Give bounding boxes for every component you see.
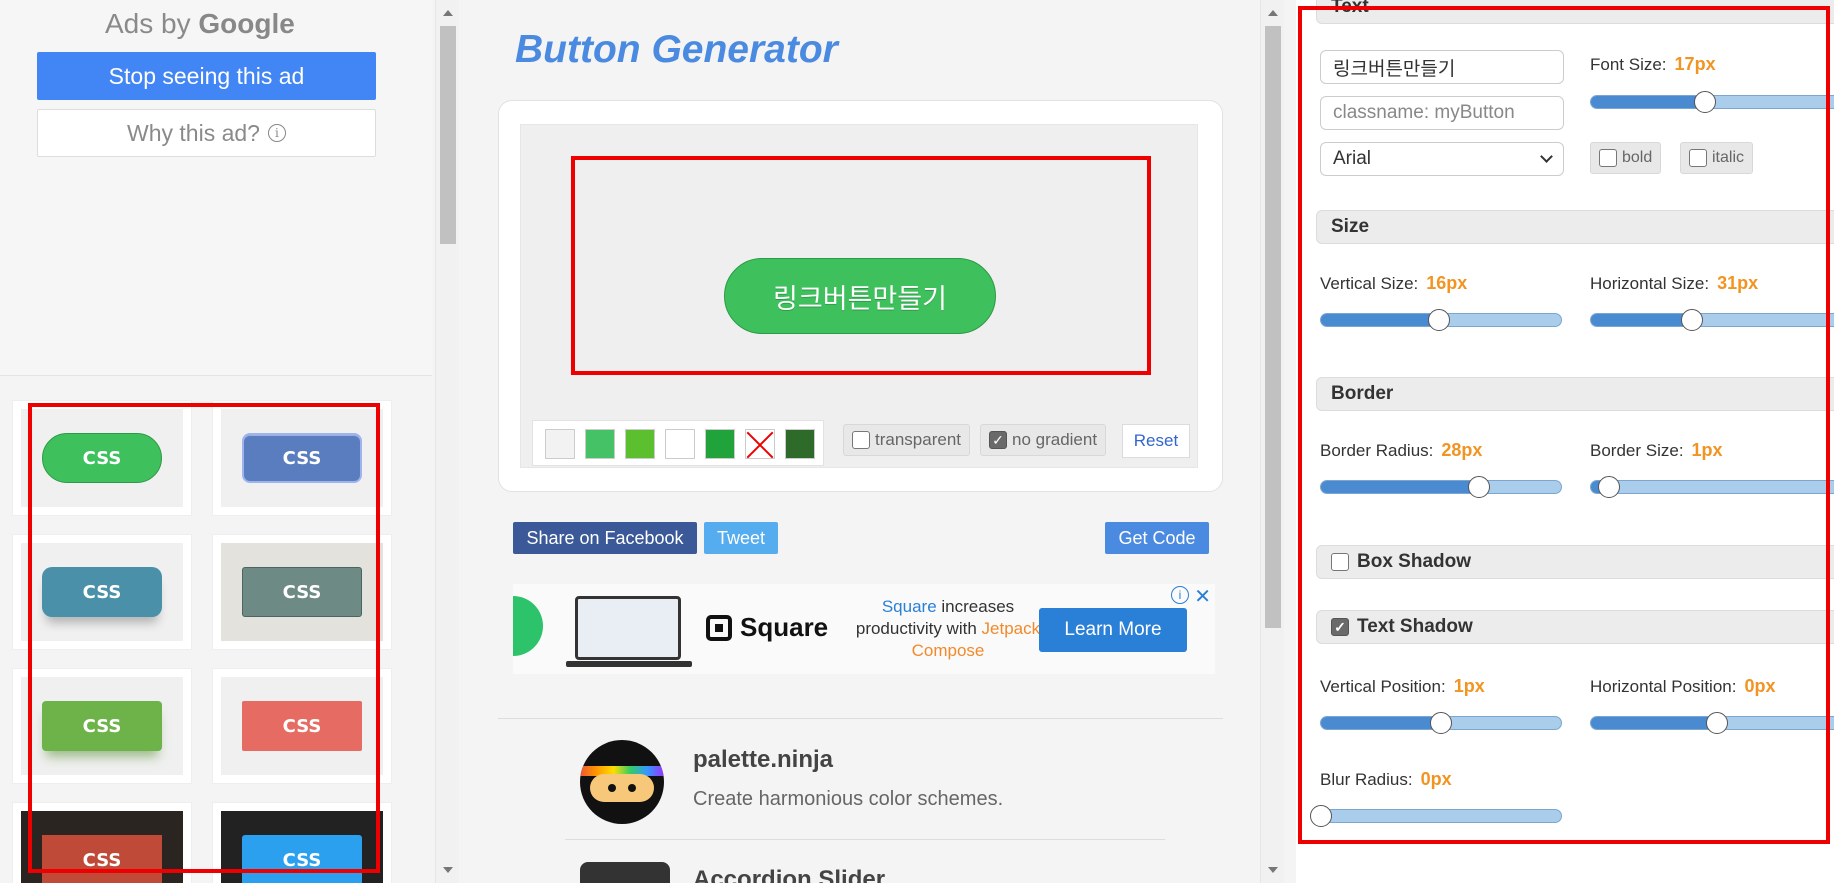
promo-desc-palette-ninja: Create harmonious color schemes. xyxy=(693,788,1004,810)
highlight-box-settings xyxy=(1298,6,1830,844)
tweet-button[interactable]: Tweet xyxy=(704,522,778,554)
square-logo-icon xyxy=(706,614,732,641)
divider xyxy=(565,839,1165,840)
square-logo: Square xyxy=(706,612,828,643)
why-this-ad-label: Why this ad? xyxy=(127,119,260,146)
scrollbar-thumb[interactable] xyxy=(1265,26,1281,628)
transparent-checkbox[interactable] xyxy=(852,431,870,449)
get-code-button[interactable]: Get Code xyxy=(1105,522,1209,554)
transparent-toggle[interactable]: transparent xyxy=(843,424,970,456)
square-ad-banner[interactable]: Square Square increases productivity wit… xyxy=(513,584,1215,674)
main-scrollbar[interactable] xyxy=(1260,0,1284,883)
left-scrollbar[interactable] xyxy=(435,0,459,883)
divider xyxy=(498,718,1223,719)
reset-button[interactable]: Reset xyxy=(1122,424,1190,458)
scroll-down-arrow-icon[interactable] xyxy=(1268,867,1278,873)
color-swatch[interactable] xyxy=(665,429,695,459)
highlight-box-preview xyxy=(571,156,1151,375)
ninja-face xyxy=(590,774,654,802)
square-logo-text: Square xyxy=(740,612,829,642)
no-background-swatch[interactable] xyxy=(745,429,775,459)
transparent-label: transparent xyxy=(875,430,961,449)
no-gradient-checkbox[interactable]: ✓ xyxy=(989,431,1007,449)
left-sidebar: Ads by Google Stop seeing this ad Why th… xyxy=(0,0,432,883)
page-title: Button Generator xyxy=(515,28,838,71)
google-logo: Google xyxy=(198,8,295,39)
background-swatch-bar xyxy=(532,420,824,466)
why-this-ad-button[interactable]: Why this ad? i xyxy=(37,109,376,157)
highlight-box-gallery xyxy=(28,403,380,873)
promo-title-palette-ninja[interactable]: palette.ninja xyxy=(693,746,833,774)
color-swatch[interactable] xyxy=(545,429,575,459)
no-gradient-label: no gradient xyxy=(1012,430,1098,449)
scroll-up-arrow-icon[interactable] xyxy=(443,10,453,16)
ninja-eye xyxy=(628,784,636,792)
stop-seeing-ad-button[interactable]: Stop seeing this ad xyxy=(37,52,376,100)
learn-more-button[interactable]: Learn More xyxy=(1039,608,1187,652)
android-logo-icon xyxy=(513,596,543,656)
color-swatch[interactable] xyxy=(585,429,615,459)
no-gradient-toggle[interactable]: ✓ no gradient xyxy=(980,424,1107,456)
share-facebook-button[interactable]: Share on Facebook xyxy=(513,522,697,554)
ninja-avatar-icon[interactable] xyxy=(580,740,664,824)
ad-close-icon[interactable]: ✕ xyxy=(1194,584,1211,609)
ad-tagline-brand: Square xyxy=(881,597,937,616)
main-content: Button Generator 링크버튼만들기 transparent ✓ n… xyxy=(460,0,1260,883)
scroll-up-arrow-icon[interactable] xyxy=(1268,10,1278,16)
info-icon: i xyxy=(267,124,286,142)
google-ad-panel: Ads by Google Stop seeing this ad Why th… xyxy=(0,0,432,376)
color-swatch[interactable] xyxy=(705,429,735,459)
color-swatch[interactable] xyxy=(785,429,815,459)
scrollbar-thumb[interactable] xyxy=(440,26,456,244)
ad-info-icon[interactable]: i xyxy=(1171,586,1189,604)
promo-title-accordion-slider[interactable]: Accordion Slider xyxy=(693,866,885,883)
laptop-illustration xyxy=(566,596,692,667)
ninja-eye xyxy=(608,784,616,792)
ad-tagline: Square increases productivity with Jetpa… xyxy=(853,596,1043,662)
scroll-down-arrow-icon[interactable] xyxy=(443,867,453,873)
accordion-slider-thumbnail[interactable] xyxy=(580,862,670,883)
ads-by-google-label: Ads by Google xyxy=(105,8,295,39)
color-swatch[interactable] xyxy=(625,429,655,459)
